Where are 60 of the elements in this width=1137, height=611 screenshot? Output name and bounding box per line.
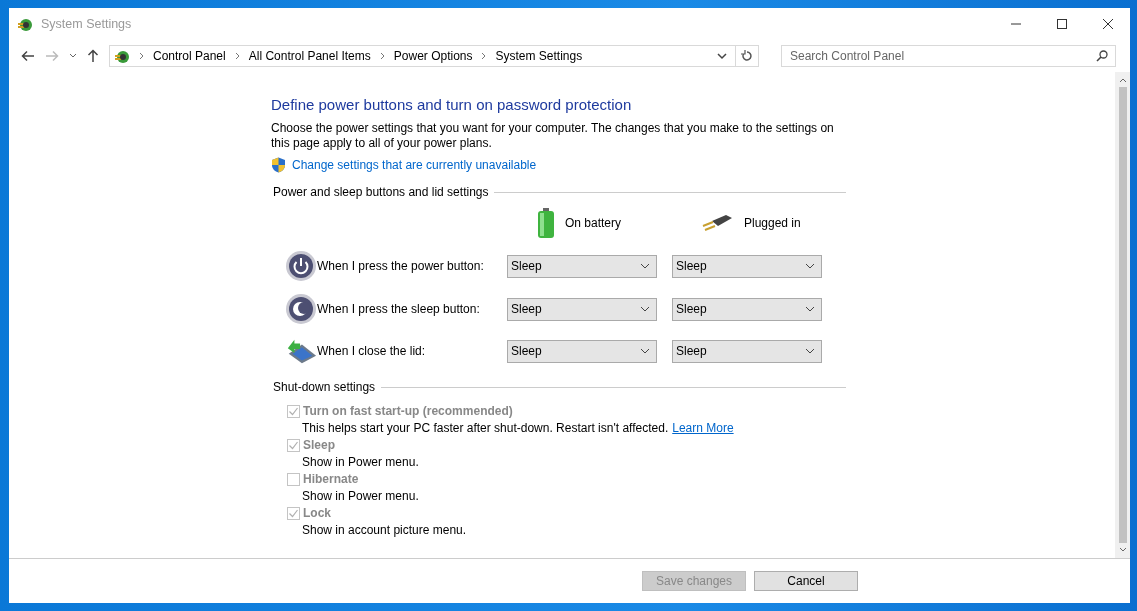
dropdown[interactable]: Sleep	[507, 254, 657, 278]
option-description: This helps start your PC faster after shut-down. Restart isn't affected.	[302, 421, 669, 435]
dropdown[interactable]: Sleep	[672, 254, 822, 278]
chevron-right-icon	[379, 52, 385, 60]
option-description: Show in account picture menu.	[302, 523, 467, 537]
power-plug-icon	[17, 16, 33, 32]
breadcrumb-item[interactable]: Power Options	[393, 49, 473, 63]
scrollbar[interactable]	[1115, 72, 1130, 558]
column-heading: On battery	[565, 216, 622, 230]
setting-label: When I close the lid:	[317, 344, 427, 358]
section-title: Shut-down settings	[273, 380, 376, 394]
maximize-icon[interactable]	[1056, 18, 1068, 30]
setting-label: When I press the power button:	[317, 259, 485, 273]
search-field[interactable]: Search Control Panel	[781, 45, 1116, 67]
section-title: Power and sleep buttons and lid settings	[273, 185, 489, 199]
window-title: System Settings	[41, 17, 133, 31]
option-description: Show in Power menu.	[302, 455, 419, 469]
back-arrow-icon[interactable]	[21, 50, 35, 62]
shield-icon	[271, 157, 286, 173]
chevron-down-icon	[640, 263, 650, 269]
chevron-down-icon	[805, 348, 815, 354]
setting-label: When I press the sleep button:	[317, 302, 481, 316]
admin-link[interactable]: Change settings that are currently unavailable	[292, 158, 537, 172]
dropdown[interactable]: Sleep	[507, 339, 657, 363]
battery-icon	[537, 208, 555, 238]
chevron-down-icon	[805, 306, 815, 312]
power-button-icon	[285, 250, 317, 282]
option-label: Hibernate	[303, 472, 359, 486]
chevron-down-icon[interactable]	[69, 53, 77, 59]
option-label: Sleep	[303, 438, 335, 452]
chevron-right-icon	[481, 52, 487, 60]
breadcrumb-item[interactable]: All Control Panel Items	[248, 49, 371, 63]
chevron-right-icon	[139, 52, 144, 60]
power-plug-icon	[702, 213, 734, 233]
dropdown[interactable]: Sleep	[672, 339, 822, 363]
dropdown[interactable]: Sleep	[507, 297, 657, 321]
breadcrumb-item[interactable]: System Settings	[495, 49, 583, 63]
option-label: Turn on fast start-up (recommended)	[303, 404, 513, 418]
chevron-down-icon	[805, 263, 815, 269]
up-arrow-icon[interactable]	[87, 49, 99, 63]
close-icon[interactable]	[1102, 18, 1114, 30]
breadcrumb-item[interactable]: Control Panel	[153, 49, 226, 63]
dropdown[interactable]: Sleep	[672, 297, 822, 321]
power-plug-icon	[114, 48, 130, 64]
chevron-down-icon	[640, 306, 650, 312]
description-text: Choose the power settings that you want for your computer. The changes that you make to the settings on this page apply to all of your power plans.	[271, 121, 835, 151]
option-label: Lock	[303, 506, 331, 520]
chevron-down-icon[interactable]	[717, 52, 727, 60]
scroll-up-icon[interactable]	[1118, 78, 1127, 83]
refresh-icon[interactable]	[741, 50, 753, 62]
moon-button-icon	[285, 293, 317, 325]
scroll-down-icon[interactable]	[1118, 547, 1127, 552]
address-bar[interactable]: Control Panel All Control Panel Items Power Options System Settings	[109, 45, 759, 67]
option-description: Show in Power menu.	[302, 489, 419, 503]
chevron-down-icon	[640, 348, 650, 354]
page-heading: Define power buttons and turn on password protection	[271, 96, 633, 113]
column-heading: Plugged in	[744, 216, 801, 230]
search-icon[interactable]	[1096, 50, 1108, 62]
dialog-button[interactable]: Cancel	[754, 571, 858, 591]
chevron-right-icon	[234, 52, 240, 60]
